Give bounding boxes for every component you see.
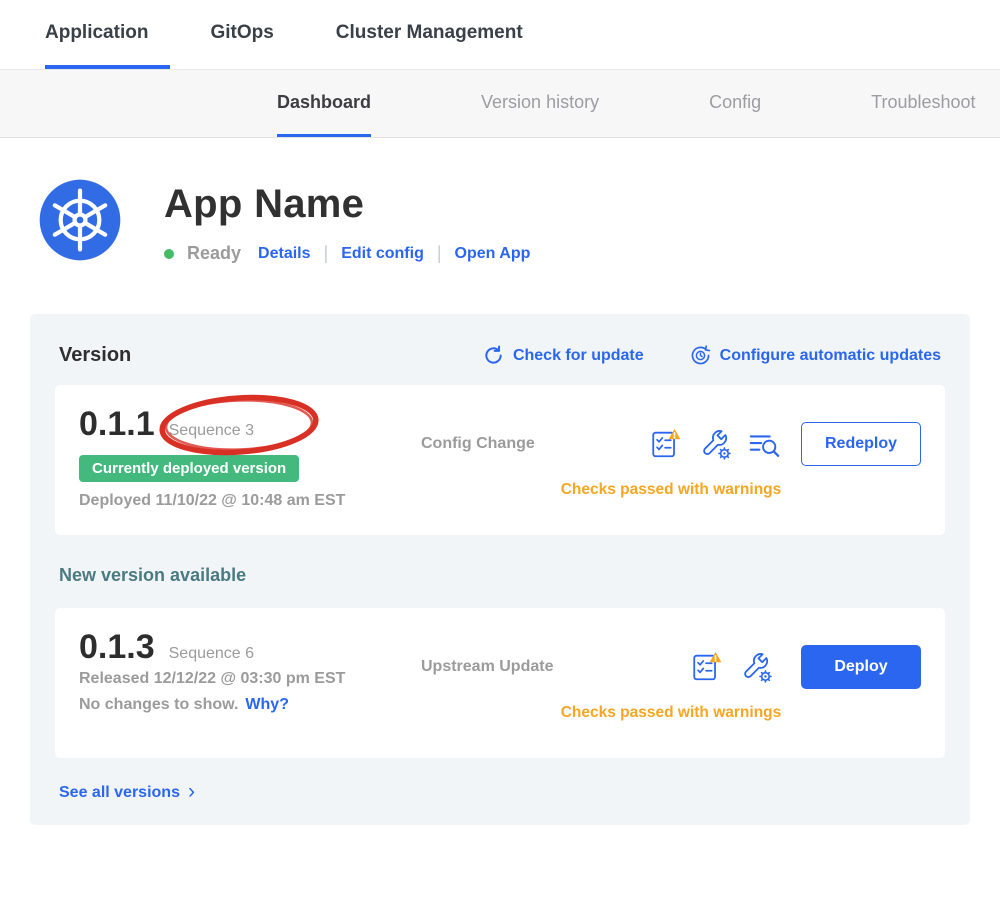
status-text: Ready <box>187 243 241 264</box>
current-version-icons <box>649 427 781 461</box>
no-changes-text: No changes to show. <box>79 696 238 714</box>
available-version-actions: Upstream Update <box>421 628 921 738</box>
available-version-info: 0.1.3 Sequence 6 Released 12/12/22 @ 03:… <box>79 628 421 738</box>
currently-deployed-badge: Currently deployed version <box>79 455 299 482</box>
available-action-row: Upstream Update <box>421 645 921 689</box>
see-all-versions-label: See all versions <box>59 784 180 802</box>
config-wrench-gear-icon[interactable] <box>739 650 773 684</box>
subnav-tab-version-history[interactable]: Version history <box>481 70 599 137</box>
why-link[interactable]: Why? <box>245 696 289 714</box>
subnav-tab-dashboard[interactable]: Dashboard <box>277 70 371 137</box>
link-separator: | <box>437 243 442 264</box>
link-separator: | <box>324 243 329 264</box>
app-status-row: Ready Details | Edit config | Open App <box>164 243 530 264</box>
no-changes-row: No changes to show. Why? <box>79 696 421 714</box>
available-version-number: 0.1.3 <box>79 628 155 667</box>
current-version-number: 0.1.1 <box>79 405 155 444</box>
subnav-tab-config[interactable]: Config <box>709 70 761 137</box>
primary-nav: Application GitOps Cluster Management <box>0 0 1000 70</box>
kubernetes-logo-icon <box>38 178 122 262</box>
available-version-icons <box>690 650 773 684</box>
current-version-row: 0.1.1 Sequence 3 <box>79 405 421 447</box>
configure-auto-updates-label: Configure automatic updates <box>720 347 941 365</box>
available-version-card: 0.1.3 Sequence 6 Released 12/12/22 @ 03:… <box>55 608 945 758</box>
see-all-versions-link[interactable]: See all versions › <box>59 782 195 803</box>
available-checks-status: Checks passed with warnings <box>421 704 921 722</box>
edit-config-link[interactable]: Edit config <box>341 245 424 263</box>
app-header: App Name Ready Details | Edit config | O… <box>0 138 1000 264</box>
preflight-checks-warning-icon[interactable] <box>690 650 724 684</box>
current-version-info: 0.1.1 Sequence 3 Currently deployed vers… <box>79 405 421 515</box>
auto-update-clock-icon[interactable] <box>690 345 711 366</box>
deploy-button[interactable]: Deploy <box>801 645 921 689</box>
redeploy-button[interactable]: Redeploy <box>801 422 921 466</box>
available-version-sequence: Sequence 6 <box>169 645 254 663</box>
app-sub-nav: Dashboard Version history Config Trouble… <box>0 70 1000 138</box>
current-action-row: Config Change <box>421 422 921 466</box>
view-files-search-icon[interactable] <box>747 427 781 461</box>
config-wrench-gear-icon[interactable] <box>698 427 732 461</box>
configure-auto-updates-link[interactable]: Configure automatic updates <box>690 345 941 366</box>
subnav-tab-troubleshoot[interactable]: Troubleshoot <box>871 70 975 137</box>
version-panel-header: Version Check for update Configure autom… <box>55 344 945 367</box>
details-link[interactable]: Details <box>258 245 310 263</box>
deployed-timestamp: Deployed 11/10/22 @ 10:48 am EST <box>79 492 421 510</box>
current-version-card: 0.1.1 Sequence 3 Currently deployed vers… <box>55 385 945 535</box>
nav-tab-cluster-management[interactable]: Cluster Management <box>336 0 545 69</box>
check-for-update-link[interactable]: Check for update <box>483 345 644 366</box>
chevron-right-icon: › <box>188 781 195 802</box>
version-panel: Version Check for update Configure autom… <box>30 314 970 825</box>
check-for-update-label: Check for update <box>513 347 644 365</box>
new-version-heading: New version available <box>59 565 941 586</box>
app-title: App Name <box>164 182 530 227</box>
current-version-sequence: Sequence 3 <box>169 422 254 440</box>
nav-tab-application[interactable]: Application <box>45 0 170 69</box>
open-app-link[interactable]: Open App <box>455 245 531 263</box>
version-panel-title: Version <box>59 344 131 367</box>
preflight-checks-warning-icon[interactable] <box>649 427 683 461</box>
current-version-actions: Config Change <box>421 405 921 515</box>
available-source-label: Upstream Update <box>421 658 553 676</box>
status-ready-dot-icon <box>164 249 174 259</box>
current-source-label: Config Change <box>421 435 535 453</box>
nav-tab-gitops[interactable]: GitOps <box>210 0 295 69</box>
app-title-block: App Name Ready Details | Edit config | O… <box>164 178 530 264</box>
released-timestamp: Released 12/12/22 @ 03:30 pm EST <box>79 670 421 688</box>
refresh-icon[interactable] <box>483 345 504 366</box>
available-version-row: 0.1.3 Sequence 6 <box>79 628 421 670</box>
version-panel-actions: Check for update Configure automatic upd… <box>483 345 941 366</box>
current-checks-status: Checks passed with warnings <box>421 481 921 499</box>
